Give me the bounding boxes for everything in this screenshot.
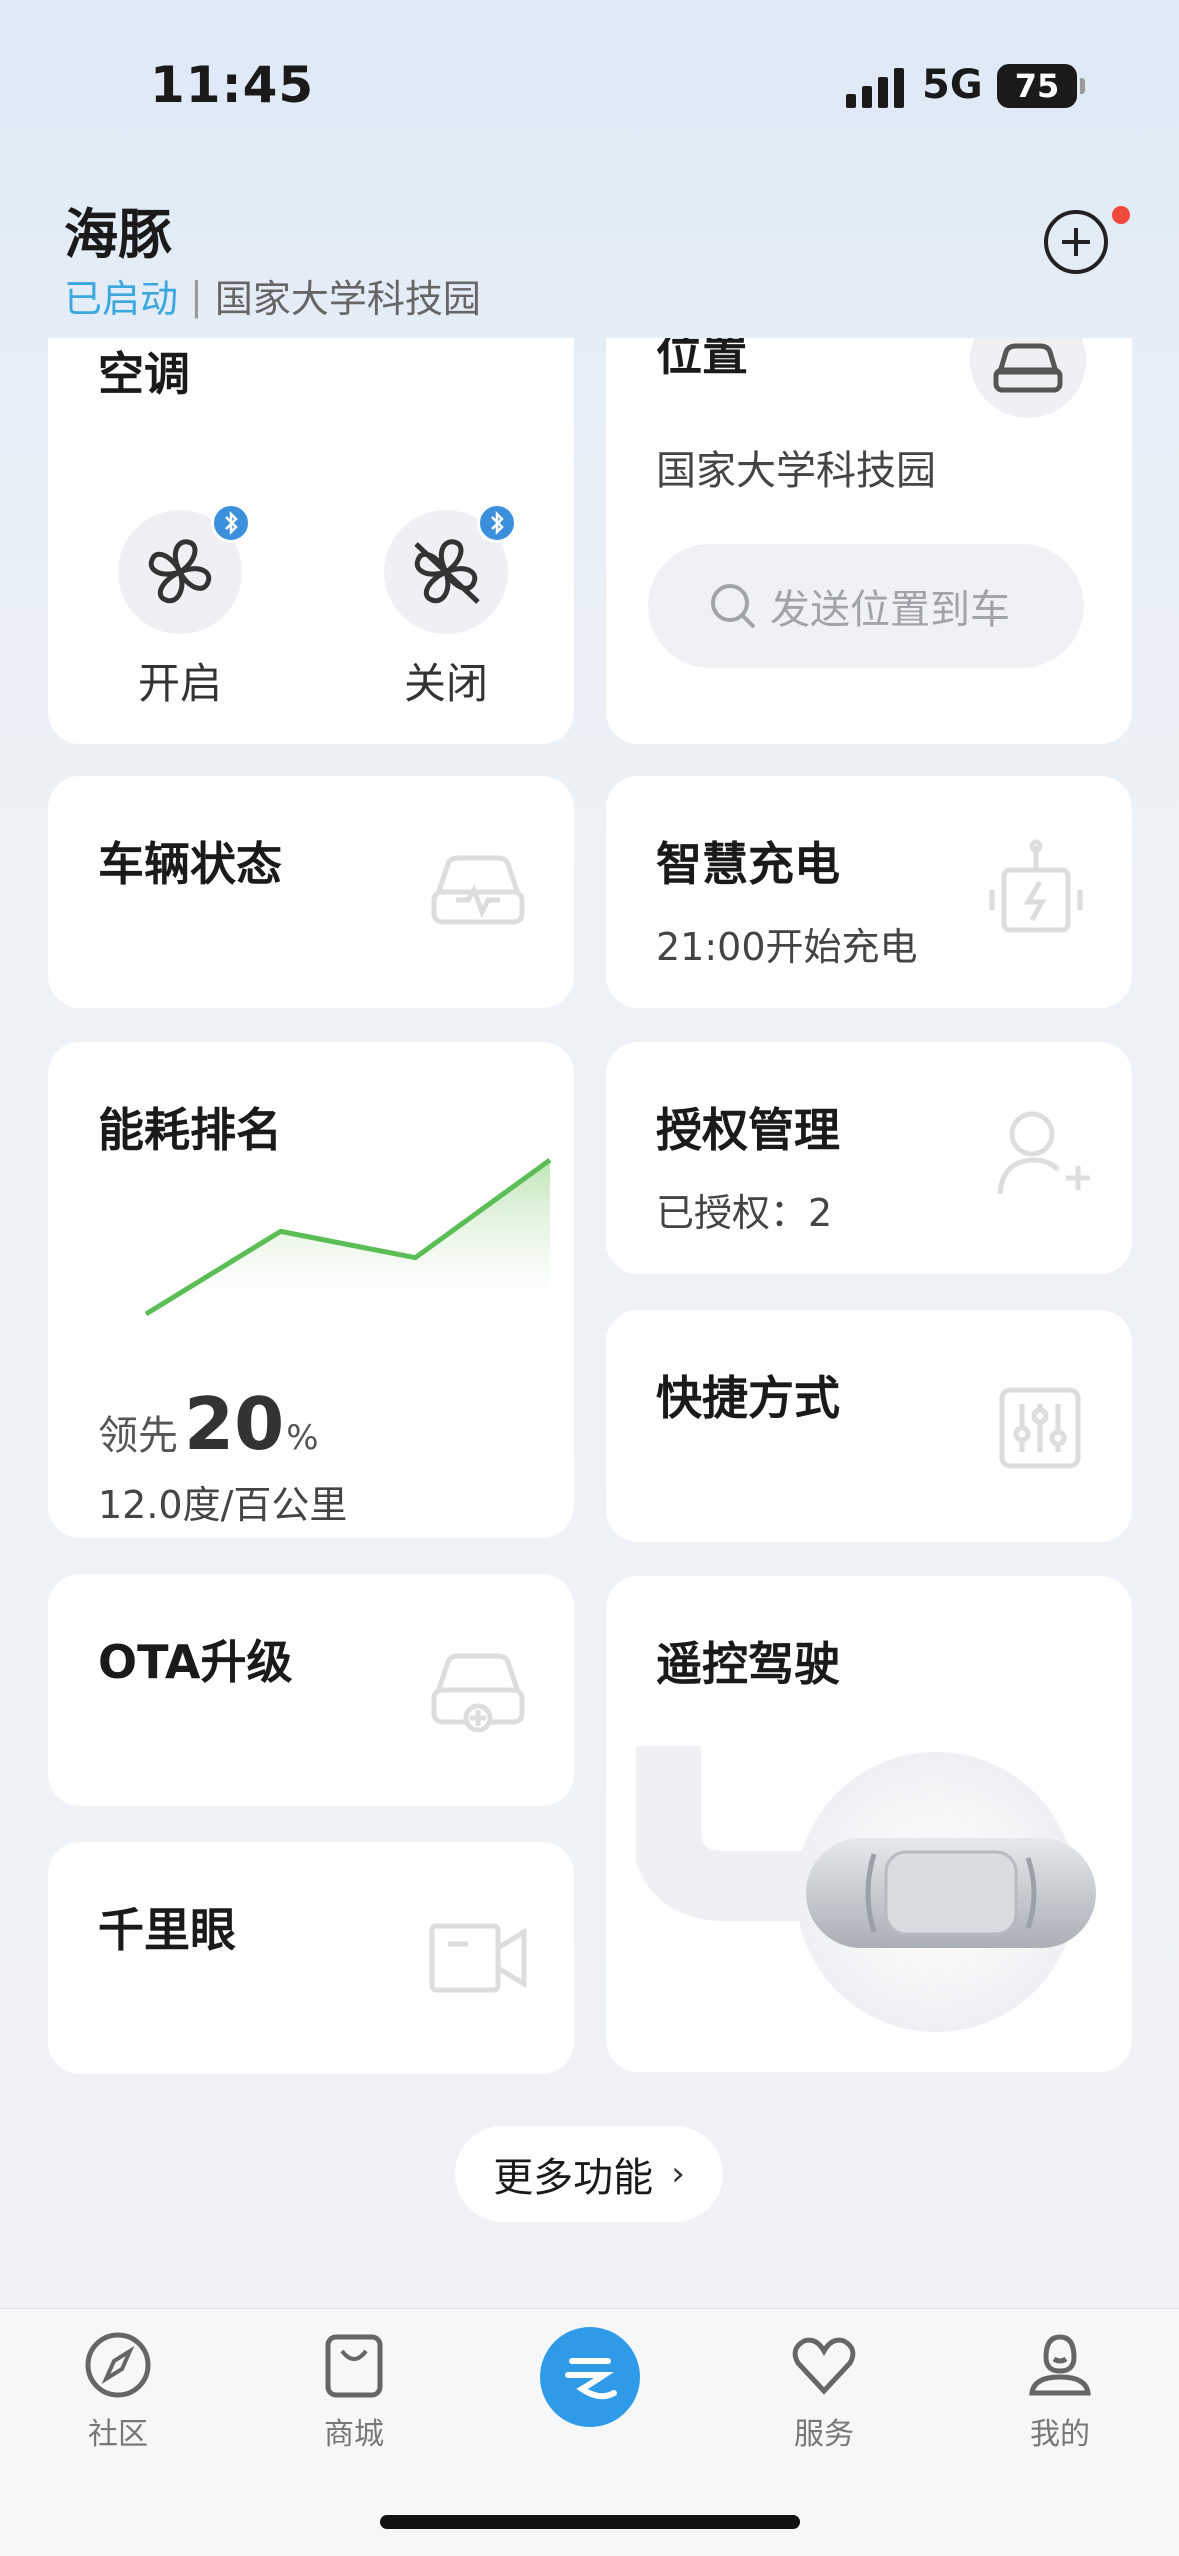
search-icon	[711, 584, 756, 629]
chart-area-fill	[146, 1160, 550, 1314]
vehicle-name: 海豚	[64, 203, 172, 266]
tab-service[interactable]: 服务	[754, 2329, 894, 2453]
energy-consumption: 12.0度/百公里	[98, 1483, 348, 1527]
send-location-placeholder: 发送位置到车	[770, 587, 1010, 633]
compass-icon	[85, 2332, 151, 2398]
fan-off-label: 关闭	[403, 659, 488, 708]
remote-drive-card[interactable]: 遥控驾驶	[606, 1576, 1132, 2072]
tab-mall-label: 商城	[324, 2417, 384, 2452]
send-location-button[interactable]: 发送位置到车	[648, 544, 1084, 668]
position-card[interactable]: 位置 国家大学科技园 发送位置到车	[606, 338, 1132, 744]
camera-card[interactable]: 千里眼	[48, 1842, 574, 2074]
aircon-card[interactable]: 空调 开启 关闭	[48, 338, 574, 744]
vehicle-status-card-title: 车辆状态	[98, 837, 282, 891]
video-camera-icon	[429, 1923, 527, 1993]
function-grid[interactable]: 空调 开启 关闭 位置 国家大学科技园 发送位置到车 车辆状态 智慧充电 21:…	[0, 338, 1179, 2308]
bluetooth-icon	[477, 503, 517, 543]
home-logo-icon	[565, 2358, 617, 2400]
smart-charge-card-title: 智慧充电	[656, 837, 840, 891]
shopping-bag-icon	[325, 2334, 383, 2398]
charger-icon	[989, 839, 1083, 933]
smart-charge-card[interactable]: 智慧充电 21:00开始充电	[606, 776, 1132, 1008]
more-functions-button[interactable]: 更多功能 ›	[455, 2126, 723, 2222]
position-address: 国家大学科技园	[656, 448, 936, 494]
shortcuts-card[interactable]: 快捷方式	[606, 1310, 1132, 1542]
notification-badge	[1112, 206, 1130, 224]
remote-drive-card-title: 遥控驾驶	[656, 1637, 840, 1691]
tab-service-label: 服务	[794, 2417, 854, 2452]
smart-charge-subtitle: 21:00开始充电	[656, 925, 918, 969]
tab-community-label: 社区	[88, 2417, 148, 2452]
energy-lead-value: 20	[184, 1382, 285, 1466]
status-bar: 11:45 5G 75	[0, 0, 1179, 175]
vehicle-status: 已启动	[64, 277, 179, 321]
aircon-card-title: 空调	[98, 347, 190, 401]
chevron-right-icon: ›	[671, 2154, 685, 2194]
add-user-icon	[997, 1111, 1090, 1195]
car-diagnostic-icon	[431, 855, 525, 925]
car-update-icon	[431, 1653, 525, 1733]
energy-rank-card[interactable]: 能耗排名 领先 20 % 12.0度/百公里	[48, 1042, 574, 1538]
energy-chart	[144, 1157, 552, 1317]
heart-icon	[792, 2337, 856, 2395]
ota-card[interactable]: OTA升级	[48, 1574, 574, 1806]
status-separator: |	[190, 273, 203, 318]
home-indicator	[380, 2515, 800, 2529]
profile-icon	[1029, 2334, 1091, 2396]
cellular-signal-icon	[846, 68, 904, 108]
status-time: 11:45	[150, 56, 315, 114]
network-type: 5G	[922, 62, 983, 108]
vehicle-status-row: 已启动 | 国家大学科技园	[64, 268, 481, 323]
camera-card-title: 千里眼	[98, 1903, 236, 1957]
remote-drive-illustration	[636, 1746, 1096, 2032]
tab-community[interactable]: 社区	[48, 2329, 188, 2453]
vehicle-location: 国家大学科技园	[214, 277, 481, 321]
energy-lead-row: 领先 20 %	[98, 1382, 319, 1466]
bluetooth-icon	[211, 503, 251, 543]
sliders-icon	[999, 1387, 1081, 1469]
authorization-subtitle: 已授权：2	[656, 1191, 833, 1235]
authorization-card-title: 授权管理	[656, 1103, 840, 1157]
add-icon[interactable]	[1044, 210, 1108, 274]
vehicle-status-card[interactable]: 车辆状态	[48, 776, 574, 1008]
car-icon	[970, 338, 1086, 418]
energy-lead-prefix: 领先	[98, 1413, 178, 1459]
tab-mine[interactable]: 我的	[990, 2329, 1130, 2453]
fan-off-icon	[414, 539, 480, 604]
authorization-card[interactable]: 授权管理 已授权：2	[606, 1042, 1132, 1274]
fan-icon	[148, 539, 212, 604]
tab-mall[interactable]: 商城	[284, 2329, 424, 2453]
fan-on-label: 开启	[137, 659, 222, 708]
more-functions-label: 更多功能	[493, 2155, 654, 2201]
tab-home[interactable]	[540, 2327, 640, 2427]
battery-icon: 75	[997, 64, 1085, 108]
energy-lead-unit: %	[286, 1418, 319, 1458]
position-card-title: 位置	[656, 338, 748, 381]
ota-card-title: OTA升级	[98, 1635, 293, 1689]
tab-mine-label: 我的	[1030, 2417, 1090, 2452]
shortcuts-card-title: 快捷方式	[656, 1371, 840, 1425]
battery-level: 75	[1014, 67, 1060, 105]
